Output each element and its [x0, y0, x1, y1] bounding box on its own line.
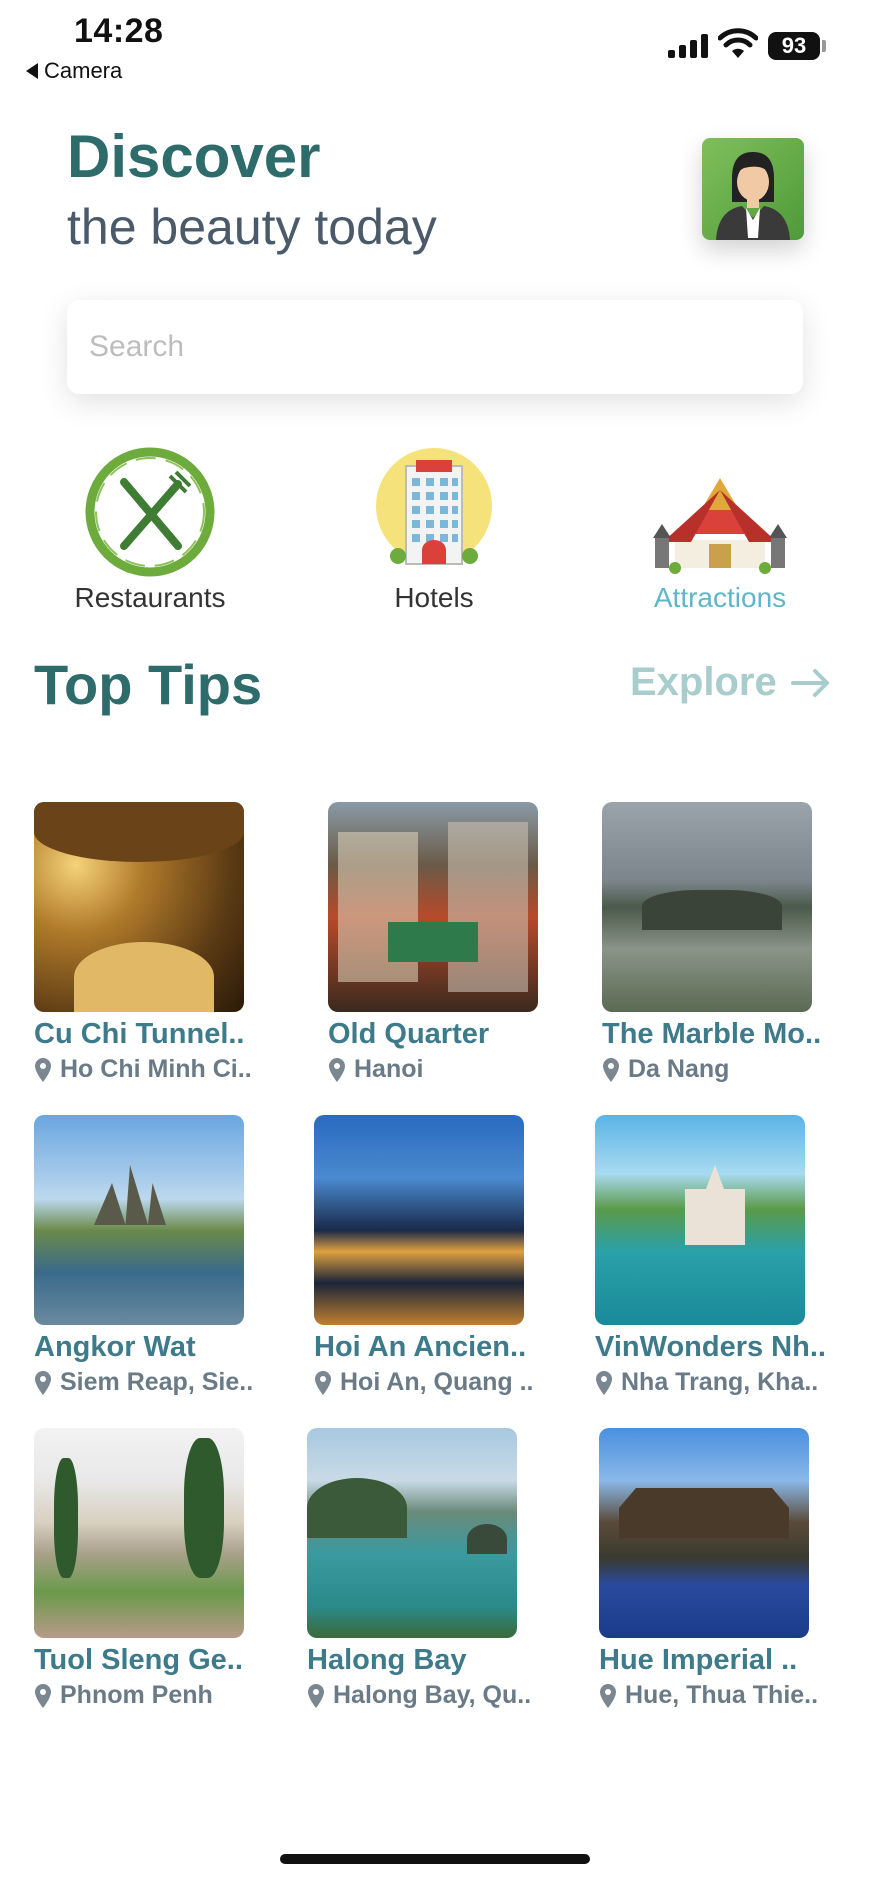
tip-location: Ho Chi Minh Ci..: [34, 1055, 274, 1084]
tip-card-old-quarter[interactable]: Old Quarter Hanoi: [328, 802, 568, 1084]
tip-card-vinwonders[interactable]: VinWonders Nh.. Nha Trang, Kha..: [595, 1115, 835, 1397]
tip-image: [595, 1115, 805, 1325]
arrow-right-icon: [790, 668, 829, 697]
tip-image: [34, 1115, 244, 1325]
section-title: Top Tips: [34, 653, 263, 716]
tip-card-angkor-wat[interactable]: Angkor Wat Siem Reap, Sie..: [34, 1115, 274, 1397]
tip-image: [34, 1428, 244, 1638]
tip-title: Tuol Sleng Ge..: [34, 1644, 243, 1676]
tip-location: Nha Trang, Kha..: [595, 1368, 835, 1397]
tip-title: Halong Bay: [307, 1644, 467, 1676]
location-pin-icon: [35, 1057, 51, 1082]
tip-image: [307, 1428, 517, 1638]
tip-image: [34, 802, 244, 1012]
tip-card-hoi-an[interactable]: Hoi An Ancien.. Hoi An, Quang ..: [314, 1115, 554, 1397]
tip-image: [599, 1428, 809, 1638]
category-label: Hotels: [394, 582, 474, 613]
tip-location: Hoi An, Quang ..: [314, 1368, 554, 1397]
category-label: Attractions: [653, 582, 787, 613]
tip-image: [328, 802, 538, 1012]
category-label: Restaurants: [74, 582, 226, 613]
category-hotels[interactable]: Hotels: [348, 444, 520, 614]
explore-button[interactable]: Explore: [630, 660, 831, 705]
fork-knife-icon: [85, 447, 215, 577]
tip-location: Phnom Penh: [34, 1681, 274, 1710]
tip-location: Da Nang: [602, 1055, 842, 1084]
location-pin-icon: [596, 1370, 612, 1395]
back-label: Camera: [44, 58, 123, 83]
avatar[interactable]: [702, 138, 804, 240]
tip-card-halong-bay[interactable]: Halong Bay Halong Bay, Qu..: [307, 1428, 547, 1710]
location-pin-icon: [600, 1683, 616, 1708]
tip-title: VinWonders Nh..: [595, 1331, 826, 1363]
tip-location: Hue, Thua Thie..: [599, 1681, 839, 1710]
home-indicator[interactable]: [280, 1854, 590, 1864]
hotel-building-icon: [376, 448, 492, 565]
tip-location: Halong Bay, Qu..: [307, 1681, 547, 1710]
location-pin-icon: [315, 1370, 331, 1395]
tip-location: Hanoi: [328, 1055, 568, 1084]
location-pin-icon: [35, 1370, 51, 1395]
tip-title: Cu Chi Tunnel..: [34, 1018, 245, 1050]
tip-image: [602, 802, 812, 1012]
location-pin-icon: [308, 1683, 324, 1708]
tip-title: Angkor Wat: [34, 1331, 196, 1363]
back-to-camera-button[interactable]: Camera: [26, 58, 122, 84]
battery-tip: [822, 40, 826, 52]
category-restaurants[interactable]: Restaurants: [64, 444, 236, 614]
back-arrow-icon: [26, 63, 38, 79]
explore-label: Explore: [630, 660, 777, 704]
tip-image: [314, 1115, 524, 1325]
tip-title: Hoi An Ancien..: [314, 1331, 527, 1363]
tip-card-cu-chi[interactable]: Cu Chi Tunnel.. Ho Chi Minh Ci..: [34, 802, 274, 1084]
temple-icon: [653, 478, 787, 574]
tip-card-tuol-sleng[interactable]: Tuol Sleng Ge.. Phnom Penh: [34, 1428, 274, 1710]
cellular-signal-icon: [668, 34, 708, 58]
location-pin-icon: [603, 1057, 619, 1082]
page-title: Discover: [67, 123, 321, 190]
tip-title: Old Quarter: [328, 1018, 490, 1050]
search-input[interactable]: [67, 300, 803, 394]
page-subtitle: the beauty today: [67, 199, 437, 255]
location-pin-icon: [329, 1057, 345, 1082]
location-pin-icon: [35, 1683, 51, 1708]
battery-indicator: 93: [768, 32, 820, 60]
wifi-icon: [718, 28, 758, 58]
category-attractions[interactable]: Attractions: [634, 444, 806, 614]
status-time: 14:28: [74, 12, 164, 50]
tip-card-hue-imperial[interactable]: Hue Imperial .. Hue, Thua Thie..: [599, 1428, 839, 1710]
tip-title: The Marble Mo..: [602, 1018, 822, 1050]
tip-card-marble-mountains[interactable]: The Marble Mo.. Da Nang: [602, 802, 842, 1084]
tip-title: Hue Imperial ..: [599, 1644, 798, 1676]
user-avatar-icon: [716, 152, 790, 240]
tip-location: Siem Reap, Sie..: [34, 1368, 274, 1397]
